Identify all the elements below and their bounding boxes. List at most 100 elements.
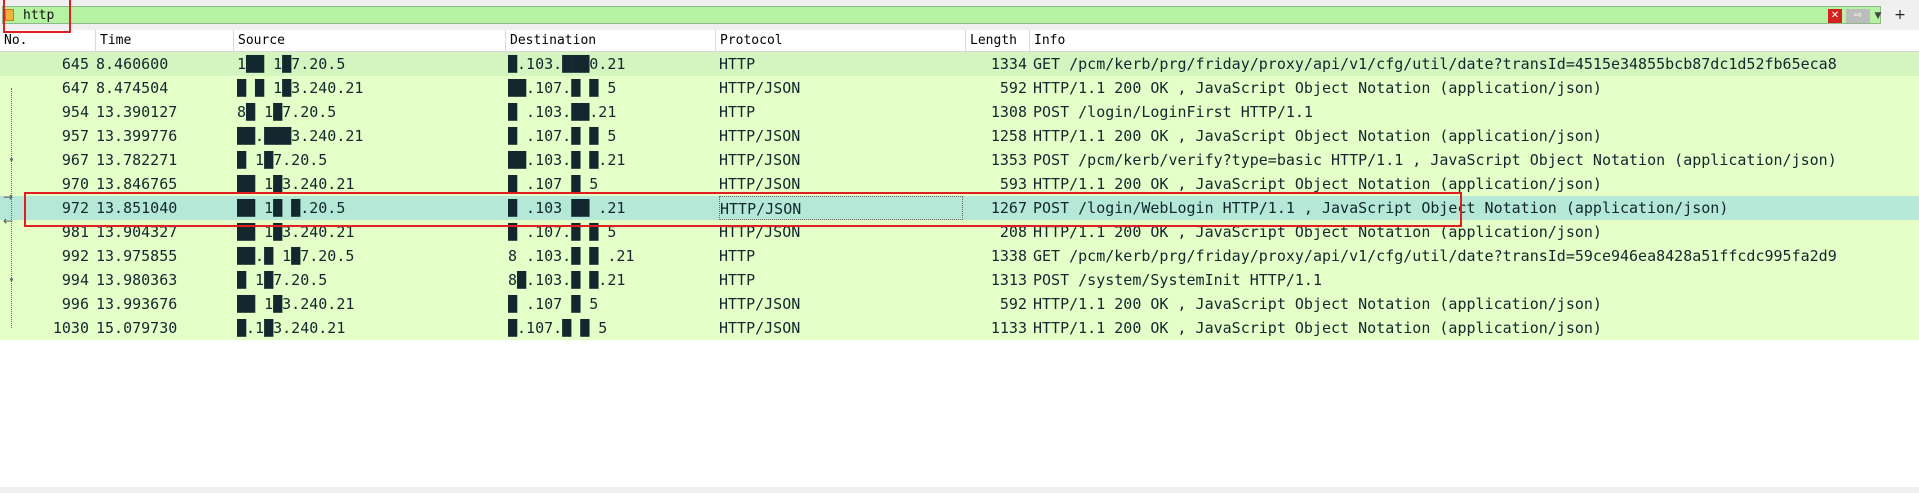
cell-time: 8.474504	[96, 79, 169, 97]
cell-info: POST /login/WebLogin HTTP/1.1 , JavaScri…	[1033, 199, 1729, 217]
cell-length: 1308	[990, 103, 1027, 121]
cell-length: 1334	[990, 55, 1027, 73]
cell-info: HTTP/1.1 200 OK , JavaScript Object Nota…	[1033, 223, 1602, 241]
column-header-no[interactable]: No.	[0, 30, 96, 52]
column-header-info[interactable]: Info	[1030, 30, 1919, 52]
cell-source: 1██ 1█7.20.5	[237, 55, 346, 73]
cell-destination: █ .107 █ 5	[508, 295, 599, 313]
table-row[interactable]: 972 13.851040 ██ 1█ █.20.5 █ .103 ██ .21…	[0, 196, 1919, 220]
cell-no: 972	[61, 199, 89, 217]
cell-source: █ 1█7.20.5	[237, 151, 328, 169]
cell-info: POST /pcm/kerb/verify?type=basic HTTP/1.…	[1033, 151, 1837, 169]
packet-list[interactable]: No. Time Source Destination Protocol Len…	[0, 30, 1919, 493]
cell-no: 954	[61, 103, 89, 121]
cell-no: 967	[61, 151, 89, 169]
cell-no: 1030	[52, 319, 89, 337]
clear-icon[interactable]: ✕	[1828, 9, 1842, 23]
cell-time: 13.975855	[96, 247, 178, 265]
cell-protocol: HTTP/JSON	[719, 223, 801, 241]
cell-source: 8█ 1█7.20.5	[237, 103, 337, 121]
cell-time: 13.904327	[96, 223, 178, 241]
cell-no: 996	[61, 295, 89, 313]
table-row[interactable]: 954 13.390127 8█ 1█7.20.5 █ .103.██.21 H…	[0, 100, 1919, 124]
cell-protocol: HTTP/JSON	[719, 127, 801, 145]
cell-protocol: HTTP/JSON	[719, 295, 801, 313]
display-filter-field[interactable]: ✕ ⇨ ▼	[2, 6, 1884, 25]
horizontal-scrollbar[interactable]	[0, 487, 1919, 493]
cell-source: ██ 1█3.240.21	[237, 295, 355, 313]
cell-destination: 8 .103.█ █ .21	[508, 247, 635, 265]
cell-no: 981	[61, 223, 89, 241]
cell-protocol: HTTP/JSON	[719, 151, 801, 169]
filter-input[interactable]	[21, 7, 1825, 25]
column-header-source[interactable]: Source	[234, 30, 506, 52]
cell-destination: ██.107.█ █ 5	[508, 79, 617, 97]
cell-destination: █ .107 █ 5	[508, 175, 599, 193]
column-header-length[interactable]: Length	[966, 30, 1030, 52]
table-row[interactable]: 645 8.460600 1██ 1█7.20.5 █.103.███0.21 …	[0, 52, 1919, 76]
cell-no: 647	[61, 79, 89, 97]
table-row[interactable]: 981 13.904327 ██ 1█3.240.21 █ .107.█ █ 5…	[0, 220, 1919, 244]
cell-time: 8.460600	[96, 55, 169, 73]
cell-protocol: HTTP	[719, 55, 756, 73]
cell-protocol: HTTP/JSON	[719, 79, 801, 97]
column-header-destination[interactable]: Destination	[506, 30, 716, 52]
cell-destination: ██.103.█ █.21	[508, 151, 626, 169]
cell-destination: 8█.103.█ █.21	[508, 271, 626, 289]
cell-time: 13.993676	[96, 295, 178, 313]
cell-protocol: HTTP/JSON	[719, 196, 963, 220]
table-row[interactable]: 647 8.474504 █ █ 1█3.240.21 ██.107.█ █ 5…	[0, 76, 1919, 100]
cell-source: █.1█3.240.21	[237, 319, 346, 337]
cell-time: 13.846765	[96, 175, 178, 193]
cell-length: 208	[999, 223, 1027, 241]
table-row[interactable]: 994 13.980363 █ 1█7.20.5 8█.103.█ █.21 H…	[0, 268, 1919, 292]
table-row[interactable]: 957 13.399776 ██.███3.240.21 █ .107.█ █ …	[0, 124, 1919, 148]
table-row[interactable]: 992 13.975855 ██.█ 1█7.20.5 8 .103.█ █ .…	[0, 244, 1919, 268]
cell-time: 13.782271	[96, 151, 178, 169]
cell-info: GET /pcm/kerb/prg/friday/proxy/api/v1/cf…	[1033, 247, 1837, 265]
table-row[interactable]: 970 13.846765 ██ 1█3.240.21 █ .107 █ 5 H…	[0, 172, 1919, 196]
arrow-right-icon[interactable]: ⇨	[1846, 9, 1870, 23]
cell-destination: █ .107.█ █ 5	[508, 127, 617, 145]
cell-no: 970	[61, 175, 89, 193]
cell-source: ██ 1█3.240.21	[237, 175, 355, 193]
cell-source: ██.█ 1█7.20.5	[237, 247, 355, 265]
cell-no: 645	[61, 55, 89, 73]
cell-destination: █ .103.██.21	[508, 103, 617, 121]
cell-length: 592	[999, 79, 1027, 97]
cell-time: 15.079730	[96, 319, 178, 337]
cell-protocol: HTTP/JSON	[719, 319, 801, 337]
packet-rows: 645 8.460600 1██ 1█7.20.5 █.103.███0.21 …	[0, 52, 1919, 340]
cell-info: POST /system/SystemInit HTTP/1.1	[1033, 271, 1322, 289]
column-header-time[interactable]: Time	[96, 30, 234, 52]
bookmark-icon[interactable]	[5, 9, 14, 21]
table-row[interactable]: 1030 15.079730 █.1█3.240.21 █.107.█ █ 5 …	[0, 316, 1919, 340]
chevron-down-icon[interactable]: ▼	[1872, 9, 1884, 23]
cell-info: HTTP/1.1 200 OK , JavaScript Object Nota…	[1033, 319, 1602, 337]
packet-list-header: No. Time Source Destination Protocol Len…	[0, 30, 1919, 52]
plus-icon[interactable]: +	[1892, 6, 1908, 24]
cell-source: ██ 1█3.240.21	[237, 223, 355, 241]
cell-no: 957	[61, 127, 89, 145]
cell-destination: █ .107.█ █ 5	[508, 223, 617, 241]
cell-no: 992	[61, 247, 89, 265]
cell-info: HTTP/1.1 200 OK , JavaScript Object Nota…	[1033, 175, 1602, 193]
cell-info: POST /login/LoginFirst HTTP/1.1	[1033, 103, 1313, 121]
column-header-protocol[interactable]: Protocol	[716, 30, 966, 52]
cell-length: 593	[999, 175, 1027, 193]
cell-length: 1353	[990, 151, 1027, 169]
cell-length: 1338	[990, 247, 1027, 265]
table-row[interactable]: 967 13.782271 █ 1█7.20.5 ██.103.█ █.21 H…	[0, 148, 1919, 172]
cell-destination: █.103.███0.21	[508, 55, 626, 73]
cell-time: 13.399776	[96, 127, 178, 145]
cell-destination: █ .103 ██ .21	[508, 199, 626, 217]
display-filter-toolbar: ✕ ⇨ ▼ +	[0, 0, 1919, 31]
cell-time: 13.851040	[96, 199, 178, 217]
cell-source: █ 1█7.20.5	[237, 271, 328, 289]
cell-length: 1258	[990, 127, 1027, 145]
cell-source: ██.███3.240.21	[237, 127, 364, 145]
table-row[interactable]: 996 13.993676 ██ 1█3.240.21 █ .107 █ 5 H…	[0, 292, 1919, 316]
cell-protocol: HTTP/JSON	[719, 175, 801, 193]
cell-info: GET /pcm/kerb/prg/friday/proxy/api/v1/cf…	[1033, 55, 1837, 73]
cell-source: █ █ 1█3.240.21	[237, 79, 364, 97]
